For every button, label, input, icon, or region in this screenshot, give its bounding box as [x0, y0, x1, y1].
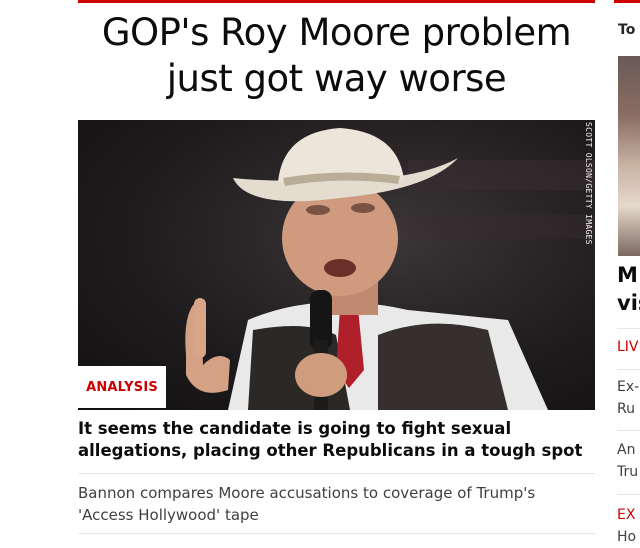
sidebar-item-live[interactable]: LIV [617, 336, 640, 358]
divider [617, 328, 640, 329]
headline-line-1: GOP's Roy Moore problem [101, 11, 572, 54]
sidebar-item-exclusive[interactable]: EX Ho [617, 504, 640, 548]
summary-line-2: allegations, placing other Republicans i… [78, 441, 583, 460]
analysis-badge: ANALYSIS [78, 366, 166, 408]
sidebar-item-label: An [617, 442, 636, 458]
divider [78, 473, 595, 474]
related-line-2: 'Access Hollywood' tape [78, 506, 259, 524]
divider [617, 430, 640, 431]
divider [78, 533, 595, 534]
main-headline-link[interactable]: GOP's Roy Moore problem just got way wor… [78, 10, 595, 102]
sidebar-item-label: Tru [617, 464, 639, 480]
sidebar-top-rule [614, 0, 640, 3]
sidebar-item[interactable]: An Tru [617, 439, 640, 483]
sidebar-item[interactable]: Ex- Ru [617, 376, 640, 420]
divider [617, 369, 640, 370]
sidebar-story-title-link[interactable]: M vis [617, 261, 640, 317]
divider [617, 494, 640, 495]
sidebar-item-label: Ho [617, 529, 637, 545]
section-top-rule [78, 0, 595, 3]
sidebar-item-label: Ru [617, 401, 635, 417]
photo-credit: SCOTT OLSON/GETTY IMAGES [584, 122, 593, 245]
sidebar-title-line-2: vis [617, 291, 640, 315]
summary-line-1: It seems the candidate is going to fight… [78, 419, 512, 438]
sidebar-section-header: To [618, 22, 636, 38]
sidebar-item-label: Ex- [617, 379, 640, 395]
related-story-link[interactable]: Bannon compares Moore accusations to cov… [78, 482, 595, 526]
sidebar-thumbnail[interactable] [618, 56, 640, 256]
sidebar-item-label: LIV [617, 339, 639, 355]
story-summary-link[interactable]: It seems the candidate is going to fight… [78, 418, 595, 462]
related-line-1: Bannon compares Moore accusations to cov… [78, 484, 536, 502]
sidebar-item-label: EX [617, 507, 636, 523]
headline-line-2: just got way worse [166, 57, 507, 100]
sidebar-title-line-1: M [617, 263, 638, 287]
